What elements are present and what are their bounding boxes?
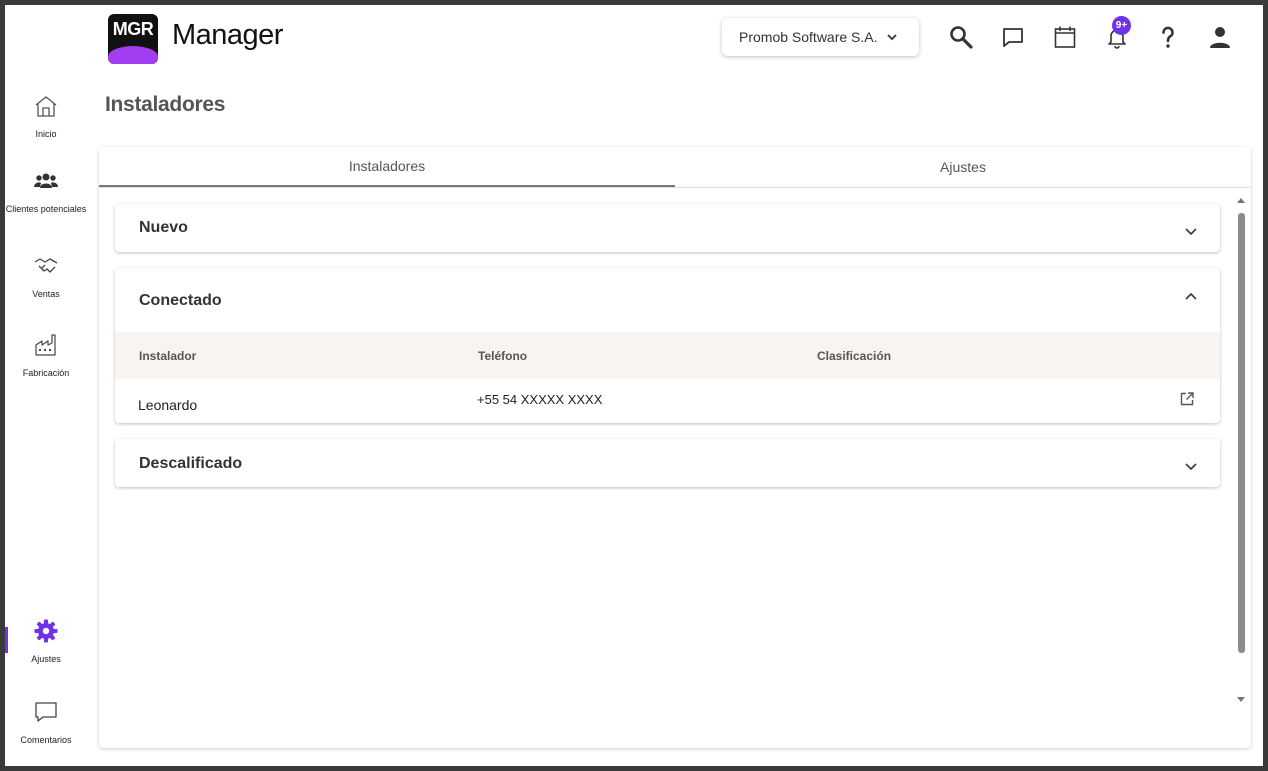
panel-title: Conectado xyxy=(139,292,222,309)
panel-conectado: Conectado Instalador Teléfono Clasificac… xyxy=(115,268,1220,423)
home-icon xyxy=(5,93,87,124)
sidebar-item-label: Ajustes xyxy=(31,654,61,664)
cell-telefono: +55 54 XXXXX XXXX xyxy=(477,392,603,407)
tab-bar: Instaladores Ajustes xyxy=(99,147,1251,188)
help-button[interactable] xyxy=(1154,23,1182,51)
open-external-icon[interactable] xyxy=(1179,391,1195,407)
logo-wave xyxy=(108,46,158,64)
chevron-down-icon xyxy=(1185,228,1197,236)
scroll-down-arrow[interactable] xyxy=(1236,695,1246,705)
search-button[interactable] xyxy=(947,23,975,51)
calendar-icon xyxy=(1054,26,1076,48)
sidebar-item-clientes[interactable]: Clientes potenciales xyxy=(5,168,87,214)
help-icon xyxy=(1162,26,1174,48)
sidebar-item-ventas[interactable]: Ventas xyxy=(5,253,87,299)
table-row[interactable]: Leonardo +55 54 XXXXX XXXX xyxy=(115,379,1220,423)
chevron-down-icon xyxy=(886,34,897,41)
app-logo[interactable]: MGR xyxy=(108,14,158,64)
gear-icon xyxy=(5,618,87,649)
chevron-down-icon xyxy=(1185,463,1197,471)
column-header-telefono: Teléfono xyxy=(478,349,528,363)
search-icon xyxy=(950,26,973,49)
sidebar-item-fabricacion[interactable]: Fabricación xyxy=(5,332,87,378)
logo-text: MGR xyxy=(112,19,154,39)
column-header-clasificacion: Clasificación xyxy=(817,349,892,363)
messages-button[interactable] xyxy=(999,23,1027,51)
user-menu-button[interactable] xyxy=(1206,23,1234,51)
people-icon xyxy=(5,168,87,199)
content-card: Instaladores Ajustes Nuevo Conectado Ins… xyxy=(99,147,1251,748)
sidebar-item-label: Comentarios xyxy=(20,735,72,745)
page-title: Instaladores xyxy=(105,93,226,116)
comment-icon xyxy=(5,699,87,730)
notification-badge: 9+ xyxy=(1112,16,1131,35)
factory-icon xyxy=(5,332,87,363)
sidebar-item-label: Ventas xyxy=(32,289,60,299)
calendar-button[interactable] xyxy=(1051,23,1079,51)
company-select-label: Promob Software S.A. xyxy=(739,29,878,45)
tab-ajustes[interactable]: Ajustes xyxy=(675,147,1251,187)
sidebar-item-ajustes[interactable]: Ajustes xyxy=(5,618,87,664)
app-window: MGR Manager Promob Software S.A. 9+ Inic… xyxy=(5,5,1263,766)
app-name: Manager xyxy=(172,19,283,51)
column-header-instalador: Instalador xyxy=(139,349,197,363)
table-header: Instalador Teléfono Clasificación xyxy=(115,332,1220,379)
sidebar-item-label: Clientes potenciales xyxy=(5,204,87,214)
sidebar-item-comentarios[interactable]: Comentarios xyxy=(5,699,87,745)
panel-title: Nuevo xyxy=(139,219,188,236)
tab-instaladores[interactable]: Instaladores xyxy=(99,147,675,187)
user-icon xyxy=(1210,27,1230,48)
panel-descalificado-header[interactable]: Descalificado xyxy=(115,439,1220,487)
handshake-icon xyxy=(5,253,87,284)
chevron-up-icon xyxy=(1185,292,1197,300)
sidebar-item-inicio[interactable]: Inicio xyxy=(5,93,87,139)
panel-title: Descalificado xyxy=(139,455,243,472)
cell-instalador: Leonardo xyxy=(138,397,198,413)
panel-nuevo: Nuevo xyxy=(115,204,1220,252)
scrollbar-thumb[interactable] xyxy=(1238,213,1245,653)
company-select[interactable]: Promob Software S.A. xyxy=(722,18,919,56)
scroll-up-arrow[interactable] xyxy=(1236,195,1246,205)
sidebar-item-label: Inicio xyxy=(35,129,57,139)
panel-nuevo-header[interactable]: Nuevo xyxy=(115,204,1220,252)
panel-conectado-header[interactable]: Conectado xyxy=(115,268,1220,332)
chat-icon xyxy=(1003,28,1023,47)
panel-descalificado: Descalificado xyxy=(115,439,1220,487)
sidebar-item-label: Fabricación xyxy=(22,368,70,378)
